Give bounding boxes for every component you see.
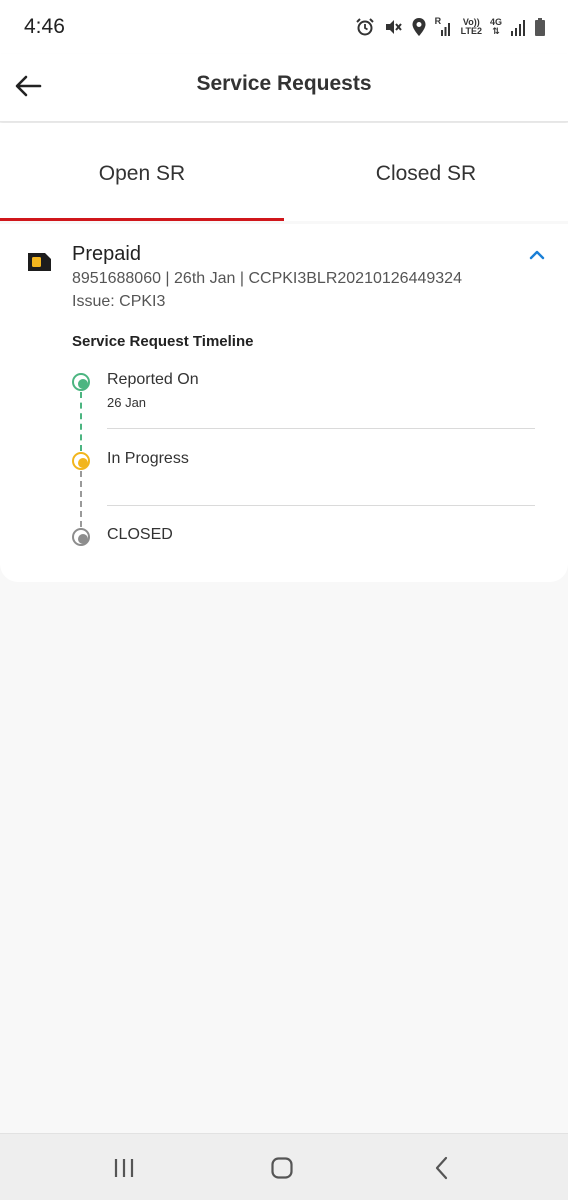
page-title: Service Requests <box>196 72 372 95</box>
status-icons: R Vo)) LTE2 4G ⇅ <box>355 17 546 37</box>
timeline-connector <box>80 392 82 451</box>
timeline-divider <box>107 505 535 506</box>
timeline-step-reported: Reported On <box>107 371 199 388</box>
timeline-divider <box>107 428 535 429</box>
timeline-step-in-progress: In Progress <box>107 450 189 467</box>
signal-icon <box>511 20 525 36</box>
system-back-button[interactable] <box>426 1152 458 1184</box>
home-button[interactable] <box>266 1152 298 1184</box>
tab-bar: Open SR Closed SR <box>0 123 568 221</box>
home-icon <box>271 1157 293 1179</box>
chevron-up-icon <box>529 250 545 260</box>
tab-closed-sr[interactable]: Closed SR <box>284 123 568 221</box>
timeline-step-closed: CLOSED <box>107 526 173 543</box>
sr-plan-title: Prepaid <box>72 243 141 265</box>
collapse-button[interactable] <box>524 242 550 268</box>
back-chevron-icon <box>435 1156 448 1180</box>
alarm-icon <box>355 18 374 36</box>
timeline-connector <box>80 471 82 527</box>
system-nav-bar <box>0 1133 568 1200</box>
location-icon <box>412 18 426 36</box>
active-tab-indicator <box>0 218 284 221</box>
signal-roaming-icon: R <box>435 17 453 37</box>
recent-apps-button[interactable] <box>108 1152 140 1184</box>
sr-issue: Issue: CPKI3 <box>72 293 166 310</box>
4g-icon: 4G ⇅ <box>489 17 502 36</box>
sr-details: 8951688060 | 26th Jan | CCPKI3BLR2021012… <box>72 270 462 287</box>
status-time: 4:46 <box>24 15 65 38</box>
recent-apps-icon <box>114 1159 134 1177</box>
timeline-step-reported-date: 26 Jan <box>107 395 147 410</box>
app-header: Service Requests <box>0 54 568 122</box>
sim-card-icon <box>28 253 51 271</box>
timeline-dot-reported <box>72 373 90 391</box>
volte-icon: Vo)) LTE2 <box>460 17 482 36</box>
tab-open-sr[interactable]: Open SR <box>0 123 284 221</box>
timeline-dot-in-progress <box>72 452 90 470</box>
timeline-dot-closed <box>72 528 90 546</box>
mute-icon <box>385 20 402 34</box>
battery-icon <box>535 18 545 36</box>
tab-open-sr-label: Open SR <box>98 162 186 185</box>
status-bar: 4:46 R Vo)) LTE2 4G ⇅ <box>0 0 568 54</box>
service-request-card: Prepaid 8951688060 | 26th Jan | CCPKI3BL… <box>0 224 568 582</box>
timeline-heading: Service Request Timeline <box>72 333 254 350</box>
tab-closed-sr-label: Closed SR <box>375 162 477 185</box>
